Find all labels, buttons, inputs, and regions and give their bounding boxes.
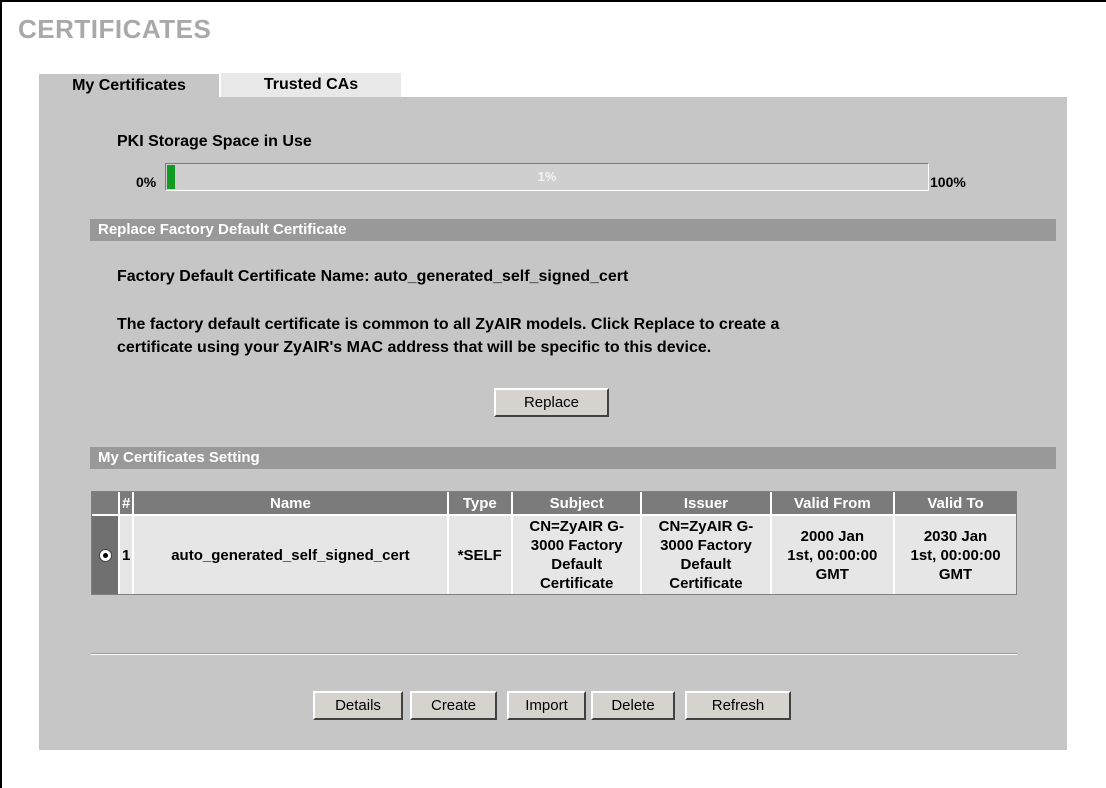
factory-cert-description-line2: certificate using your ZyAIR's MAC addre… — [117, 339, 712, 356]
replace-section-header: Replace Factory Default Certificate — [90, 219, 1056, 241]
replace-button[interactable]: Replace — [494, 388, 609, 417]
pki-storage-label: PKI Storage Space in Use — [117, 133, 312, 150]
row-valid-from-line: 2000 Jan — [800, 527, 864, 545]
row-select-cell[interactable] — [92, 516, 120, 594]
tab-my-certificates[interactable]: My Certificates — [39, 73, 219, 98]
col-header-valid-from: Valid From — [771, 492, 896, 516]
pki-min-label: 0% — [136, 174, 157, 190]
row-subject-line: Certificate — [539, 575, 614, 592]
certificates-panel: PKI Storage Space in Use 0% 1% 100% Repl… — [39, 97, 1067, 750]
create-button[interactable]: Create — [410, 691, 497, 720]
row-issuer-line: CN=ZyAIR G- — [658, 518, 754, 535]
row-subject-line: 3000 Factory — [530, 537, 623, 554]
row-issuer-line: Certificate — [669, 575, 743, 592]
row-subject: CN=ZyAIR G- 3000 Factory Default Certifi… — [513, 516, 643, 594]
row-issuer-line: Default — [680, 556, 732, 573]
row-valid-to-line: 1st, 00:00:00 — [910, 546, 1001, 564]
row-name: auto_generated_self_signed_cert — [134, 516, 449, 594]
factory-cert-description-line1: The factory default certificate is commo… — [117, 316, 780, 333]
col-header-issuer: Issuer — [642, 492, 772, 516]
pki-storage-progress-bar: 1% — [165, 163, 929, 191]
col-header-index: # — [120, 492, 135, 516]
row-valid-to-line: GMT — [938, 565, 973, 583]
tab-trusted-cas[interactable]: Trusted CAs — [221, 73, 401, 97]
import-button[interactable]: Import — [507, 691, 586, 720]
row-valid-to: 2030 Jan 1st, 00:00:00 GMT — [895, 516, 1016, 594]
table-header-row: # Name Type Subject Issuer Valid From Va… — [92, 492, 1016, 516]
col-header-name: Name — [134, 492, 449, 516]
delete-button[interactable]: Delete — [591, 691, 675, 720]
refresh-button[interactable]: Refresh — [685, 691, 791, 720]
tab-bar: My Certificates Trusted CAs — [39, 73, 401, 98]
row-issuer: CN=ZyAIR G- 3000 Factory Default Certifi… — [642, 516, 772, 594]
row-select-radio[interactable] — [98, 549, 112, 563]
row-valid-from-line: GMT — [815, 565, 849, 583]
radio-selected-dot-icon — [102, 553, 108, 559]
window-border-left — [0, 0, 2, 788]
row-subject-line: Default — [551, 556, 603, 573]
row-valid-from: 2000 Jan 1st, 00:00:00 GMT — [771, 516, 896, 594]
col-header-type: Type — [448, 492, 514, 516]
row-issuer-line: 3000 Factory — [660, 537, 752, 554]
col-header-valid-to: Valid To — [895, 492, 1016, 516]
row-valid-from-line: 1st, 00:00:00 — [787, 546, 878, 564]
pki-storage-percent: 1% — [537, 169, 557, 184]
col-header-select — [92, 492, 120, 516]
row-type: *SELF — [448, 516, 514, 594]
page-title: CERTIFICATES — [18, 14, 212, 44]
window-border-top — [0, 0, 1106, 2]
col-header-subject: Subject — [513, 492, 643, 516]
row-valid-to-line: 2030 Jan — [923, 527, 988, 545]
certificates-table: # Name Type Subject Issuer Valid From Va… — [91, 491, 1017, 595]
settings-section-header: My Certificates Setting — [90, 447, 1056, 469]
section-divider — [91, 653, 1017, 655]
factory-cert-name: Factory Default Certificate Name: auto_g… — [117, 268, 629, 285]
table-row[interactable]: 1 auto_generated_self_signed_cert *SELF … — [92, 516, 1016, 594]
pki-max-label: 100% — [930, 174, 966, 190]
row-subject-line: CN=ZyAIR G- — [529, 518, 624, 535]
row-index: 1 — [120, 516, 135, 594]
details-button[interactable]: Details — [313, 691, 403, 720]
